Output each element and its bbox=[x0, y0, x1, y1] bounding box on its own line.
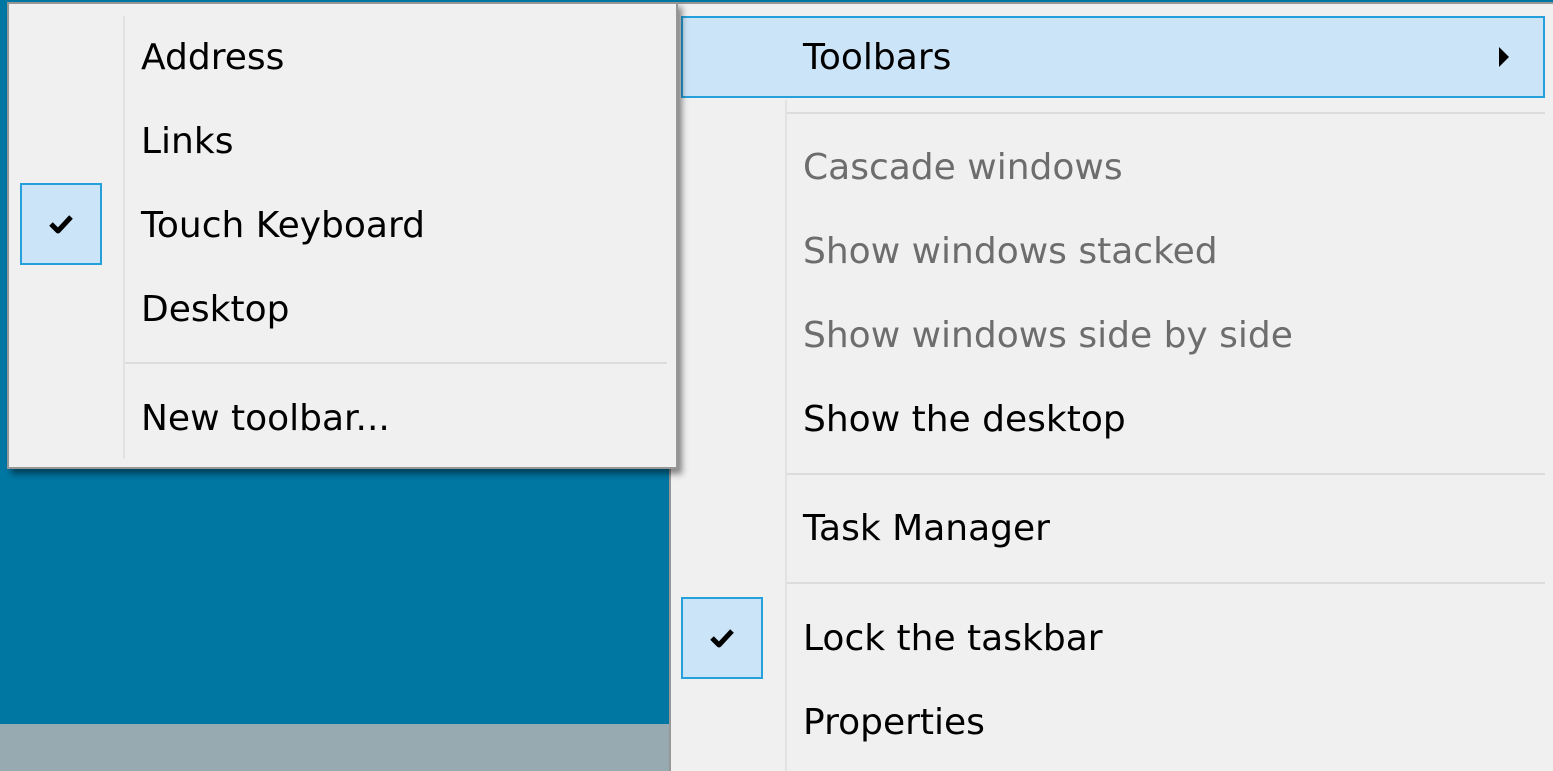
submenu-item-address[interactable]: Address bbox=[19, 15, 667, 99]
menu-item-properties[interactable]: Properties bbox=[681, 680, 1545, 764]
menu-item-label: Show windows stacked bbox=[803, 230, 1218, 272]
menu-item-label: Properties bbox=[803, 701, 985, 743]
menu-item-label: Links bbox=[141, 120, 234, 162]
menu-separator bbox=[787, 112, 1545, 114]
menu-item-label: Show the desktop bbox=[803, 398, 1126, 440]
submenu-item-new-toolbar[interactable]: New toolbar... bbox=[19, 376, 667, 460]
check-icon bbox=[710, 629, 734, 648]
submenu-item-links[interactable]: Links bbox=[19, 99, 667, 183]
menu-item-task-manager[interactable]: Task Manager bbox=[681, 486, 1545, 570]
menu-item-toolbars[interactable]: Toolbars bbox=[681, 15, 1545, 99]
menu-item-label: Touch Keyboard bbox=[141, 204, 425, 246]
menu-item-show-windows-side-by-side[interactable]: Show windows side by side bbox=[681, 293, 1545, 377]
taskbar-strip bbox=[0, 724, 670, 771]
toolbars-submenu: Address Links Touch Keyboard Desktop New… bbox=[7, 2, 678, 469]
menu-separator bbox=[787, 473, 1545, 475]
menu-separator bbox=[125, 362, 667, 364]
menu-item-lock-the-taskbar[interactable]: Lock the taskbar bbox=[681, 596, 1545, 680]
lock-taskbar-checkbox[interactable] bbox=[681, 597, 763, 679]
menu-item-label: Lock the taskbar bbox=[803, 617, 1103, 659]
check-icon bbox=[49, 215, 73, 234]
taskbar-context-menu: Toolbars Cascade windows Show windows st… bbox=[669, 2, 1553, 771]
menu-item-show-windows-stacked[interactable]: Show windows stacked bbox=[681, 209, 1545, 293]
chevron-right-icon bbox=[1499, 47, 1509, 67]
submenu-item-touch-keyboard[interactable]: Touch Keyboard bbox=[19, 183, 667, 267]
menu-item-cascade-windows[interactable]: Cascade windows bbox=[681, 125, 1545, 209]
menu-item-label: New toolbar... bbox=[141, 397, 390, 439]
menu-item-label: Toolbars bbox=[803, 36, 952, 78]
menu-item-label: Address bbox=[141, 36, 285, 78]
menu-item-label: Show windows side by side bbox=[803, 314, 1293, 356]
submenu-item-desktop[interactable]: Desktop bbox=[19, 267, 667, 351]
menu-separator bbox=[787, 582, 1545, 584]
touch-keyboard-checkbox[interactable] bbox=[20, 183, 102, 265]
menu-item-label: Desktop bbox=[141, 288, 290, 330]
menu-item-show-the-desktop[interactable]: Show the desktop bbox=[681, 377, 1545, 461]
menu-item-label: Cascade windows bbox=[803, 146, 1123, 188]
menu-item-label: Task Manager bbox=[803, 507, 1050, 549]
